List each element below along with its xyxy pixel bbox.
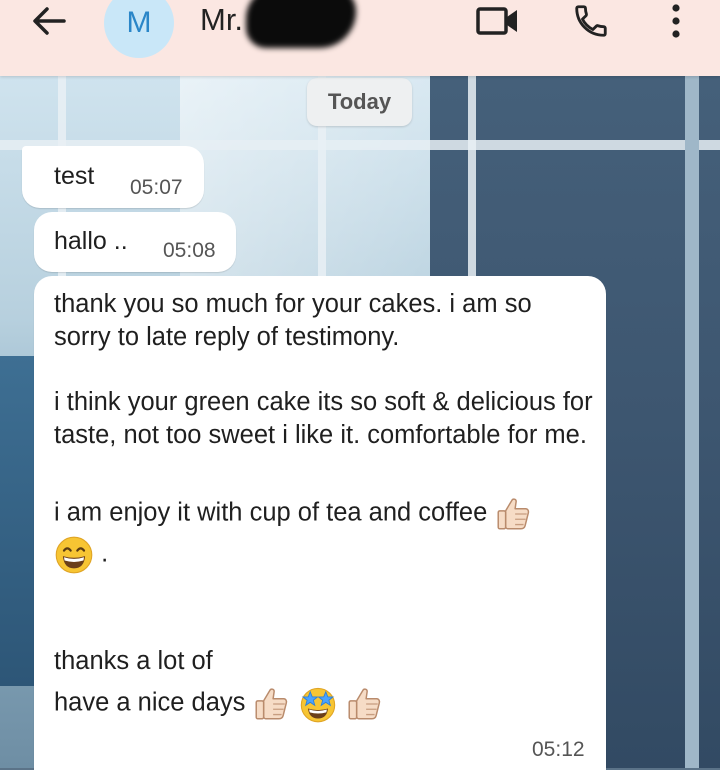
- message-line-text: have a nice days: [54, 688, 246, 717]
- date-divider: Today: [307, 78, 412, 126]
- message-time: 05:08: [163, 239, 216, 262]
- thumbs-up-icon: [497, 498, 530, 530]
- voice-call-button[interactable]: [566, 0, 616, 42]
- message-bubble[interactable]: thank you so much for your cakes. i am s…: [34, 276, 606, 770]
- back-button[interactable]: [24, 0, 74, 42]
- avatar-initial: M: [126, 6, 152, 39]
- message-line-end: .: [101, 539, 109, 568]
- thumbs-up-icon: [348, 687, 380, 720]
- message-text: hallo ..: [54, 227, 128, 255]
- message-line: i am enjoy it with cup of tea and coffee: [54, 498, 488, 527]
- message-paragraph: i think your green cake its so soft & de…: [54, 388, 593, 449]
- message-line: .: [54, 535, 594, 575]
- grinning-face-icon: [55, 536, 93, 574]
- phone-icon: [575, 5, 607, 37]
- message-line: thanks a lot of: [54, 647, 213, 675]
- message-paragraph: thank you so much for your cakes. i am s…: [54, 290, 532, 351]
- message-paragraph: i am enjoy it with cup of tea and coffee: [54, 495, 594, 533]
- message-line: have a nice days: [54, 684, 594, 724]
- name-redaction: [246, 0, 356, 48]
- message-text: test: [54, 162, 95, 190]
- message-time: 05:12: [532, 738, 585, 761]
- contact-name[interactable]: Mr.: [200, 2, 243, 38]
- message-bubble[interactable]: hallo .. 05:08: [34, 212, 236, 272]
- more-vertical-icon: [672, 4, 680, 38]
- star-struck-face-icon: [300, 687, 335, 722]
- message-bubble[interactable]: test 05:07: [22, 146, 204, 208]
- video-call-button[interactable]: [470, 0, 526, 42]
- message-time: 05:07: [130, 176, 183, 199]
- avatar[interactable]: M: [104, 0, 174, 58]
- thumbs-up-icon: [255, 687, 288, 720]
- video-camera-icon: [476, 7, 517, 35]
- more-options-button[interactable]: [656, 0, 696, 42]
- arrow-left-icon: [33, 7, 66, 35]
- chat-header: M Mr.: [0, 0, 720, 76]
